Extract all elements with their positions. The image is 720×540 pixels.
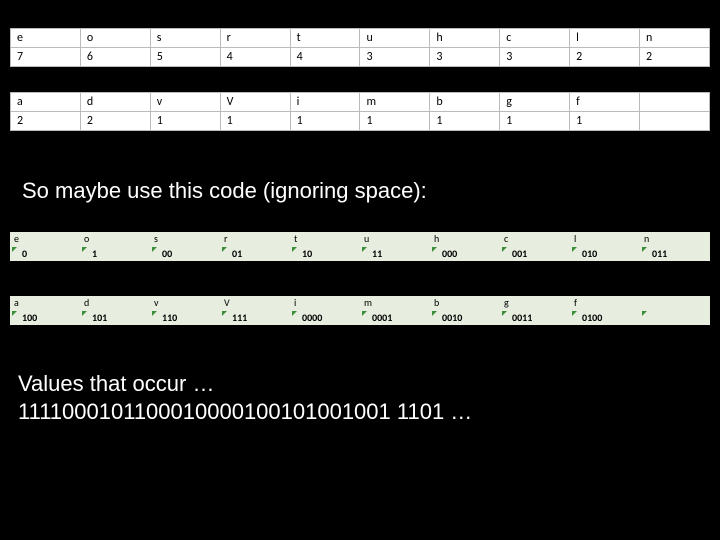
freq2-count-1: 2 (80, 112, 150, 131)
freq1-char-8: l (570, 29, 640, 48)
table-row: 100 101 110 111 0000 0001 0010 0011 0100 (10, 309, 710, 325)
freq1-count-3: 4 (220, 48, 290, 67)
caption-values-line1: Values that occur … (18, 371, 214, 396)
caption-values: Values that occur … 11110001011000100001… (18, 370, 472, 425)
freq1-count-4: 4 (290, 48, 360, 67)
freq1-count-2: 5 (150, 48, 220, 67)
table-row: e o s r t u h c l n (10, 232, 710, 245)
freq2-char-7: g (500, 93, 570, 112)
code2-code-5: 0001 (360, 309, 430, 325)
frequency-table-1: e o s r t u h c l n 7 6 5 4 4 3 3 3 2 2 (10, 28, 710, 67)
code1-code-7: 001 (500, 245, 570, 261)
freq2-count-8: 1 (570, 112, 640, 131)
code1-code-0: 0 (10, 245, 80, 261)
code1-code-2: 00 (150, 245, 220, 261)
freq2-count-2: 1 (150, 112, 220, 131)
code2-cell-empty (640, 296, 710, 309)
freq1-char-7: c (500, 29, 570, 48)
frequency-table-2: a d v V i m b g f 2 2 1 1 1 1 1 1 1 (10, 92, 710, 131)
code2-cell-empty (640, 309, 710, 325)
freq2-char-0: a (11, 93, 81, 112)
code2-char-3: V (220, 296, 290, 309)
code-table-1: e o s r t u h c l n 0 1 00 01 10 11 000 … (10, 232, 710, 261)
code2-code-7: 0011 (500, 309, 570, 325)
freq2-count-4: 1 (290, 112, 360, 131)
code-table-2: a d v V i m b g f 100 101 110 111 0000 0… (10, 296, 710, 325)
freq2-char-4: i (290, 93, 360, 112)
code1-char-3: r (220, 232, 290, 245)
table-row: 0 1 00 01 10 11 000 001 010 011 (10, 245, 710, 261)
code2-char-8: f (570, 296, 640, 309)
freq1-count-1: 6 (80, 48, 150, 67)
code2-code-8: 0100 (570, 309, 640, 325)
code2-code-0: 100 (10, 309, 80, 325)
code1-char-1: o (80, 232, 150, 245)
freq1-char-0: e (11, 29, 81, 48)
code2-code-6: 0010 (430, 309, 500, 325)
code1-code-6: 000 (430, 245, 500, 261)
freq2-char-1: d (80, 93, 150, 112)
freq2-cell-empty (640, 112, 710, 131)
table-row: a d v V i m b g f (10, 296, 710, 309)
table-row: a d v V i m b g f (11, 93, 710, 112)
freq1-char-9: n (640, 29, 710, 48)
caption-code-intro: So maybe use this code (ignoring space): (22, 178, 427, 204)
code1-char-6: h (430, 232, 500, 245)
code1-code-4: 10 (290, 245, 360, 261)
code1-char-8: l (570, 232, 640, 245)
freq2-count-5: 1 (360, 112, 430, 131)
code1-char-9: n (640, 232, 710, 245)
code1-code-9: 011 (640, 245, 710, 261)
code1-char-5: u (360, 232, 430, 245)
freq1-count-5: 3 (360, 48, 430, 67)
code2-code-2: 110 (150, 309, 220, 325)
code2-code-4: 0000 (290, 309, 360, 325)
freq1-char-3: r (220, 29, 290, 48)
freq2-cell-empty (640, 93, 710, 112)
code1-char-2: s (150, 232, 220, 245)
freq2-count-7: 1 (500, 112, 570, 131)
code2-char-0: a (10, 296, 80, 309)
table-row: 2 2 1 1 1 1 1 1 1 (11, 112, 710, 131)
slide: e o s r t u h c l n 7 6 5 4 4 3 3 3 2 2 … (0, 0, 720, 540)
freq2-count-6: 1 (430, 112, 500, 131)
code2-char-5: m (360, 296, 430, 309)
freq1-count-8: 2 (570, 48, 640, 67)
freq1-count-9: 2 (640, 48, 710, 67)
code2-char-7: g (500, 296, 570, 309)
freq1-char-4: t (290, 29, 360, 48)
code2-code-3: 111 (220, 309, 290, 325)
table-row: 7 6 5 4 4 3 3 3 2 2 (11, 48, 710, 67)
caption-values-line2: 1111000101100010000100101001001 1101 … (18, 399, 472, 424)
freq2-char-3: V (220, 93, 290, 112)
code2-char-4: i (290, 296, 360, 309)
freq2-char-2: v (150, 93, 220, 112)
freq1-char-2: s (150, 29, 220, 48)
freq1-count-7: 3 (500, 48, 570, 67)
code1-char-0: e (10, 232, 80, 245)
code1-char-7: c (500, 232, 570, 245)
code1-code-5: 11 (360, 245, 430, 261)
code2-char-6: b (430, 296, 500, 309)
freq1-count-0: 7 (11, 48, 81, 67)
freq2-char-6: b (430, 93, 500, 112)
freq1-char-6: h (430, 29, 500, 48)
freq2-char-8: f (570, 93, 640, 112)
freq1-char-5: u (360, 29, 430, 48)
code2-char-2: v (150, 296, 220, 309)
code2-code-1: 101 (80, 309, 150, 325)
code1-char-4: t (290, 232, 360, 245)
code2-char-1: d (80, 296, 150, 309)
freq1-count-6: 3 (430, 48, 500, 67)
code1-code-8: 010 (570, 245, 640, 261)
table-row: e o s r t u h c l n (11, 29, 710, 48)
code1-code-1: 1 (80, 245, 150, 261)
code1-code-3: 01 (220, 245, 290, 261)
freq2-char-5: m (360, 93, 430, 112)
freq1-char-1: o (80, 29, 150, 48)
freq2-count-0: 2 (11, 112, 81, 131)
freq2-count-3: 1 (220, 112, 290, 131)
